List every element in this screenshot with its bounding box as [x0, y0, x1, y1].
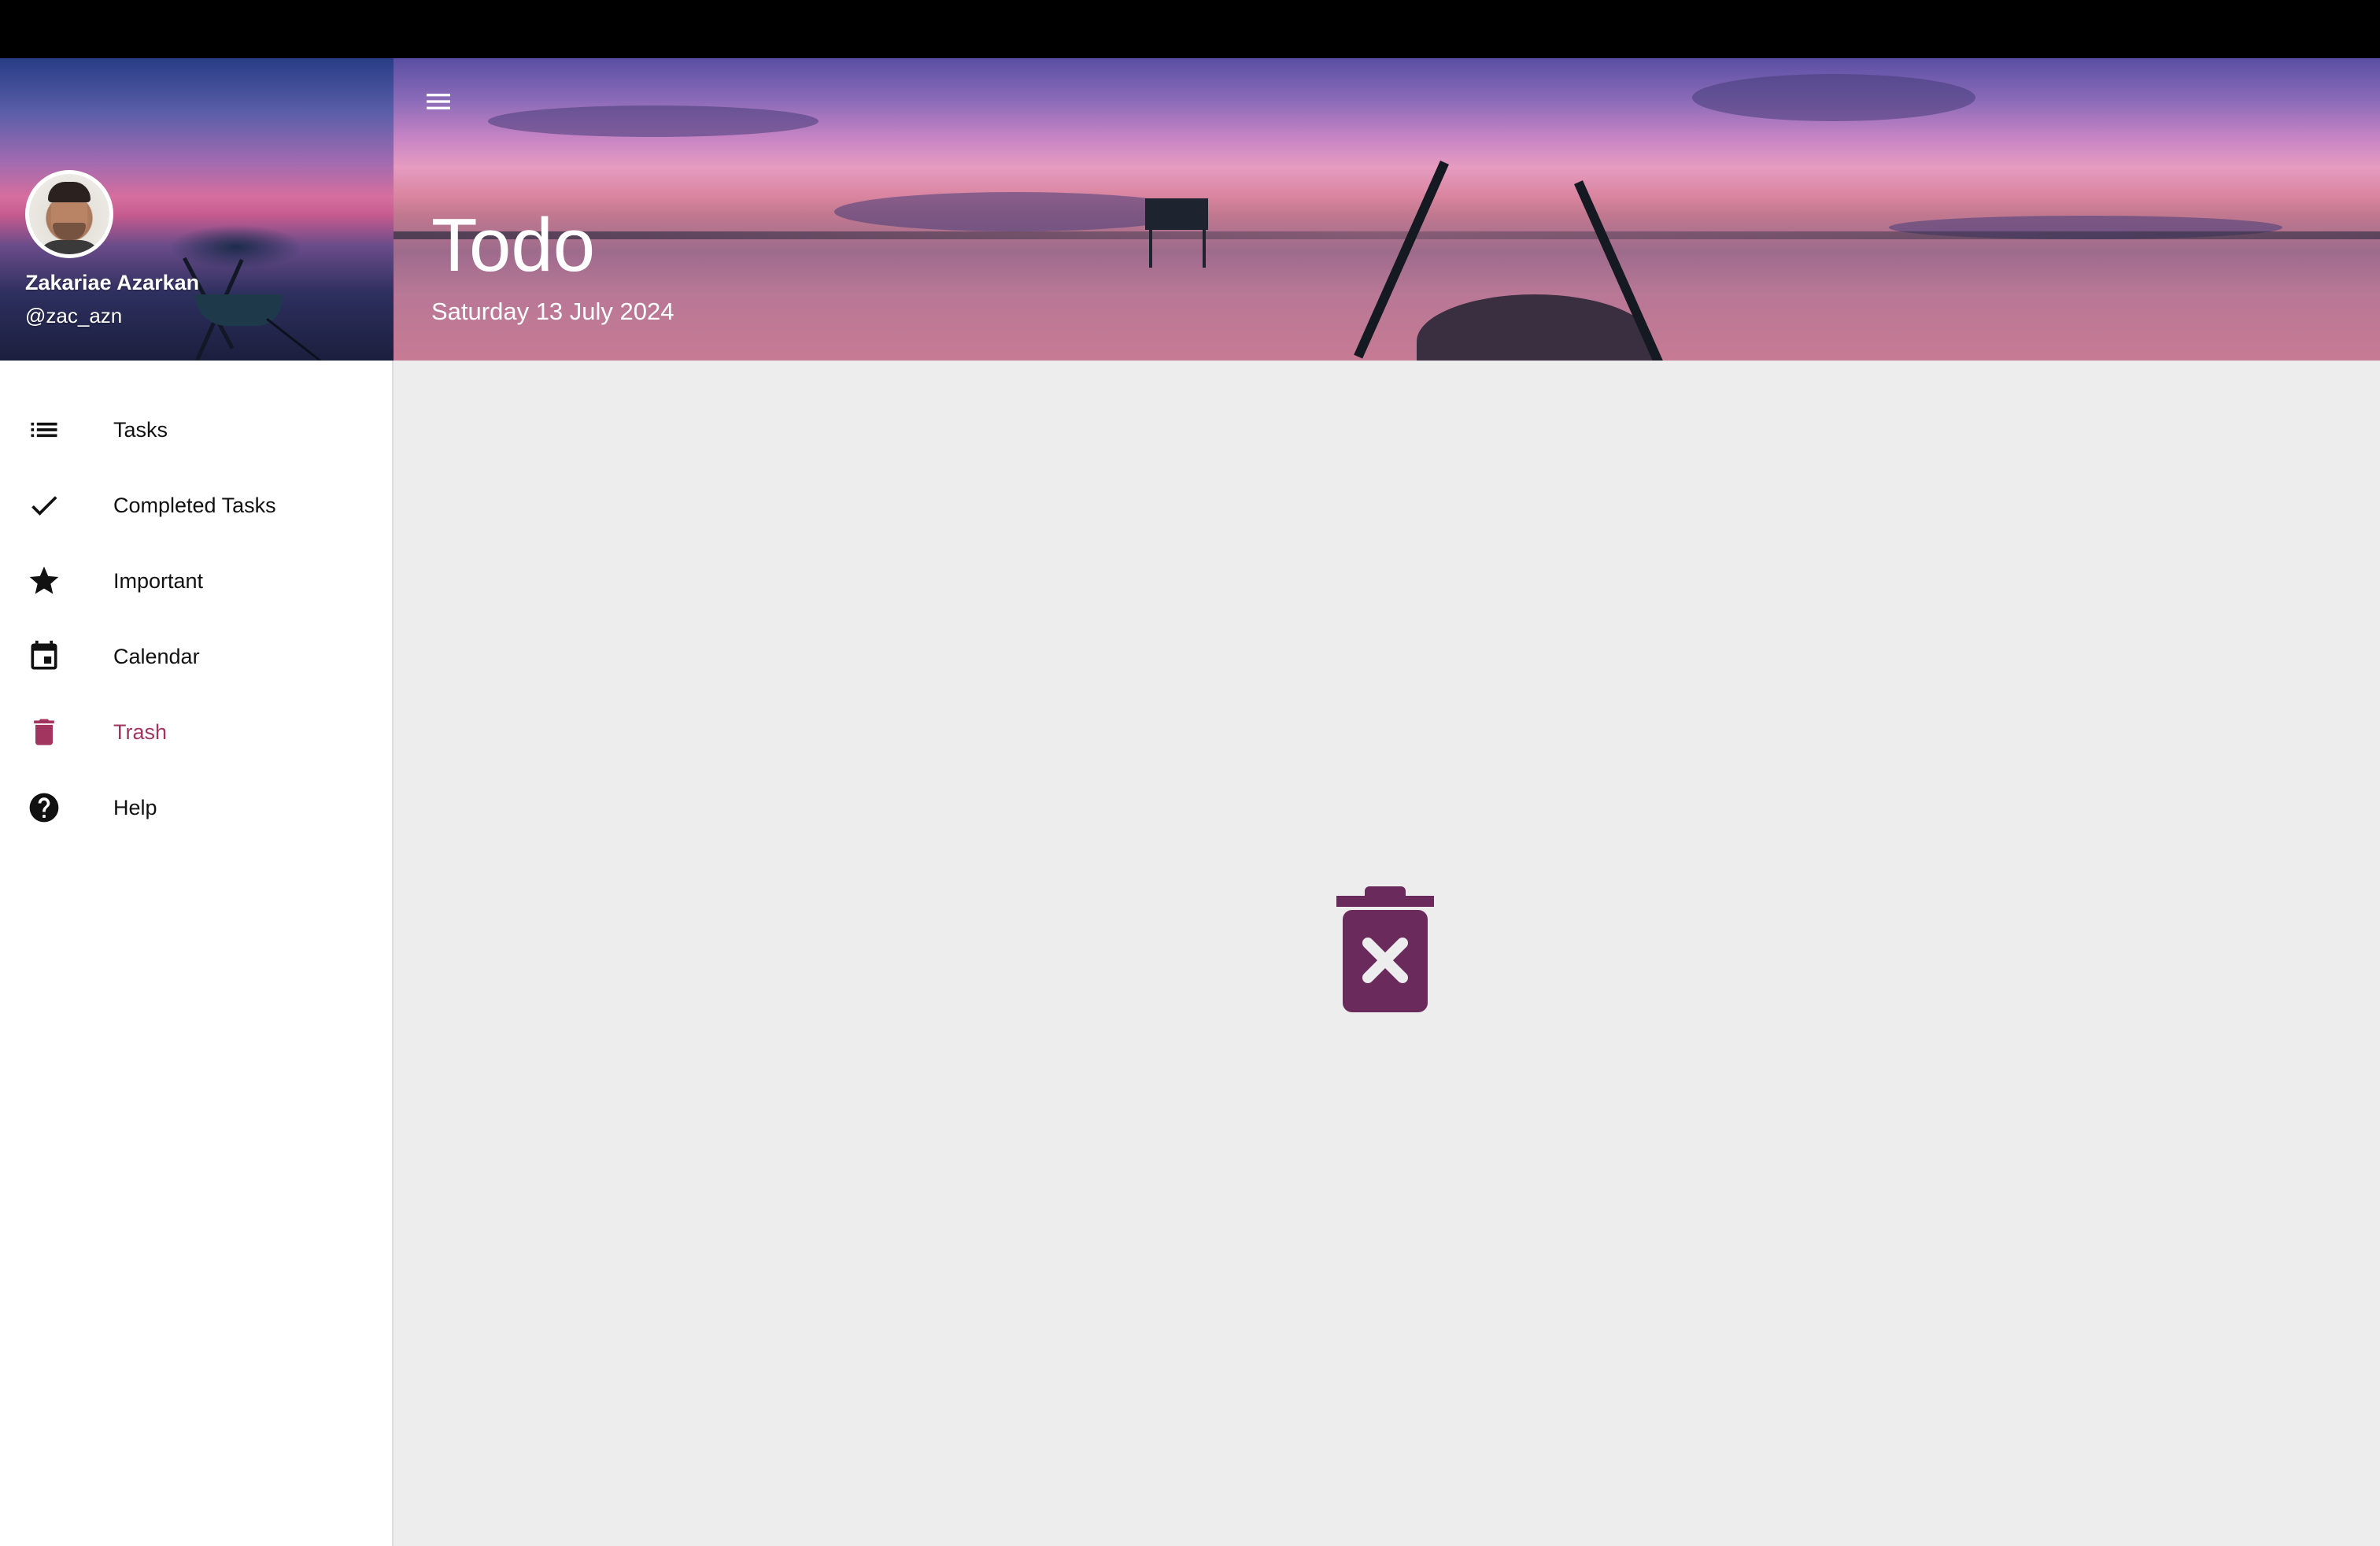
sidebar-item-label: Important	[113, 568, 204, 593]
hamburger-menu-button[interactable]	[417, 82, 460, 124]
sidebar-nav: Tasks Completed Tasks Important Calendar	[0, 392, 392, 845]
main-content	[394, 361, 2380, 1546]
avatar-photo	[29, 174, 109, 254]
banner-decoration	[834, 192, 1196, 231]
header-banner: Todo Saturday 13 July 2024	[394, 58, 2380, 361]
banner-boat	[1417, 294, 1653, 361]
star-icon	[25, 562, 63, 600]
banner-horizon	[394, 231, 2380, 239]
sidebar-item-important[interactable]: Important	[0, 543, 392, 619]
sidebar-item-tasks[interactable]: Tasks	[0, 392, 392, 468]
sidebar-item-label: Trash	[113, 719, 168, 744]
check-icon	[25, 486, 63, 524]
trash-empty-icon	[1336, 886, 1434, 1012]
profile-banner: Zakariae Azarkan @zac_azn	[0, 58, 394, 361]
banner-decoration	[266, 318, 392, 361]
page-title: Todo	[431, 203, 596, 287]
sidebar-item-completed-tasks[interactable]: Completed Tasks	[0, 468, 392, 543]
sidebar: Zakariae Azarkan @zac_azn Tasks Complete…	[0, 58, 394, 1546]
user-handle: @zac_azn	[25, 304, 123, 327]
user-name: Zakariae Azarkan	[25, 271, 200, 294]
hamburger-menu-icon	[423, 86, 454, 121]
sidebar-item-trash[interactable]: Trash	[0, 694, 392, 770]
banner-decoration	[1203, 228, 1206, 268]
sidebar-item-label: Tasks	[113, 417, 168, 442]
trash-icon	[25, 713, 63, 751]
sidebar-item-label: Completed Tasks	[113, 493, 276, 517]
sidebar-item-calendar[interactable]: Calendar	[0, 619, 392, 694]
help-icon	[25, 789, 63, 827]
app-window: Zakariae Azarkan @zac_azn Tasks Complete…	[0, 58, 2380, 1546]
calendar-icon	[25, 638, 63, 675]
sidebar-item-help[interactable]: Help	[0, 770, 392, 845]
banner-decoration	[1149, 228, 1152, 268]
banner-decoration	[1692, 74, 1975, 121]
banner-hut	[1145, 198, 1208, 230]
list-icon	[25, 411, 63, 449]
banner-decoration	[488, 105, 819, 137]
sidebar-item-label: Calendar	[113, 644, 200, 668]
avatar[interactable]	[25, 170, 113, 258]
current-date: Saturday 13 July 2024	[431, 298, 674, 325]
sidebar-item-label: Help	[113, 795, 157, 819]
